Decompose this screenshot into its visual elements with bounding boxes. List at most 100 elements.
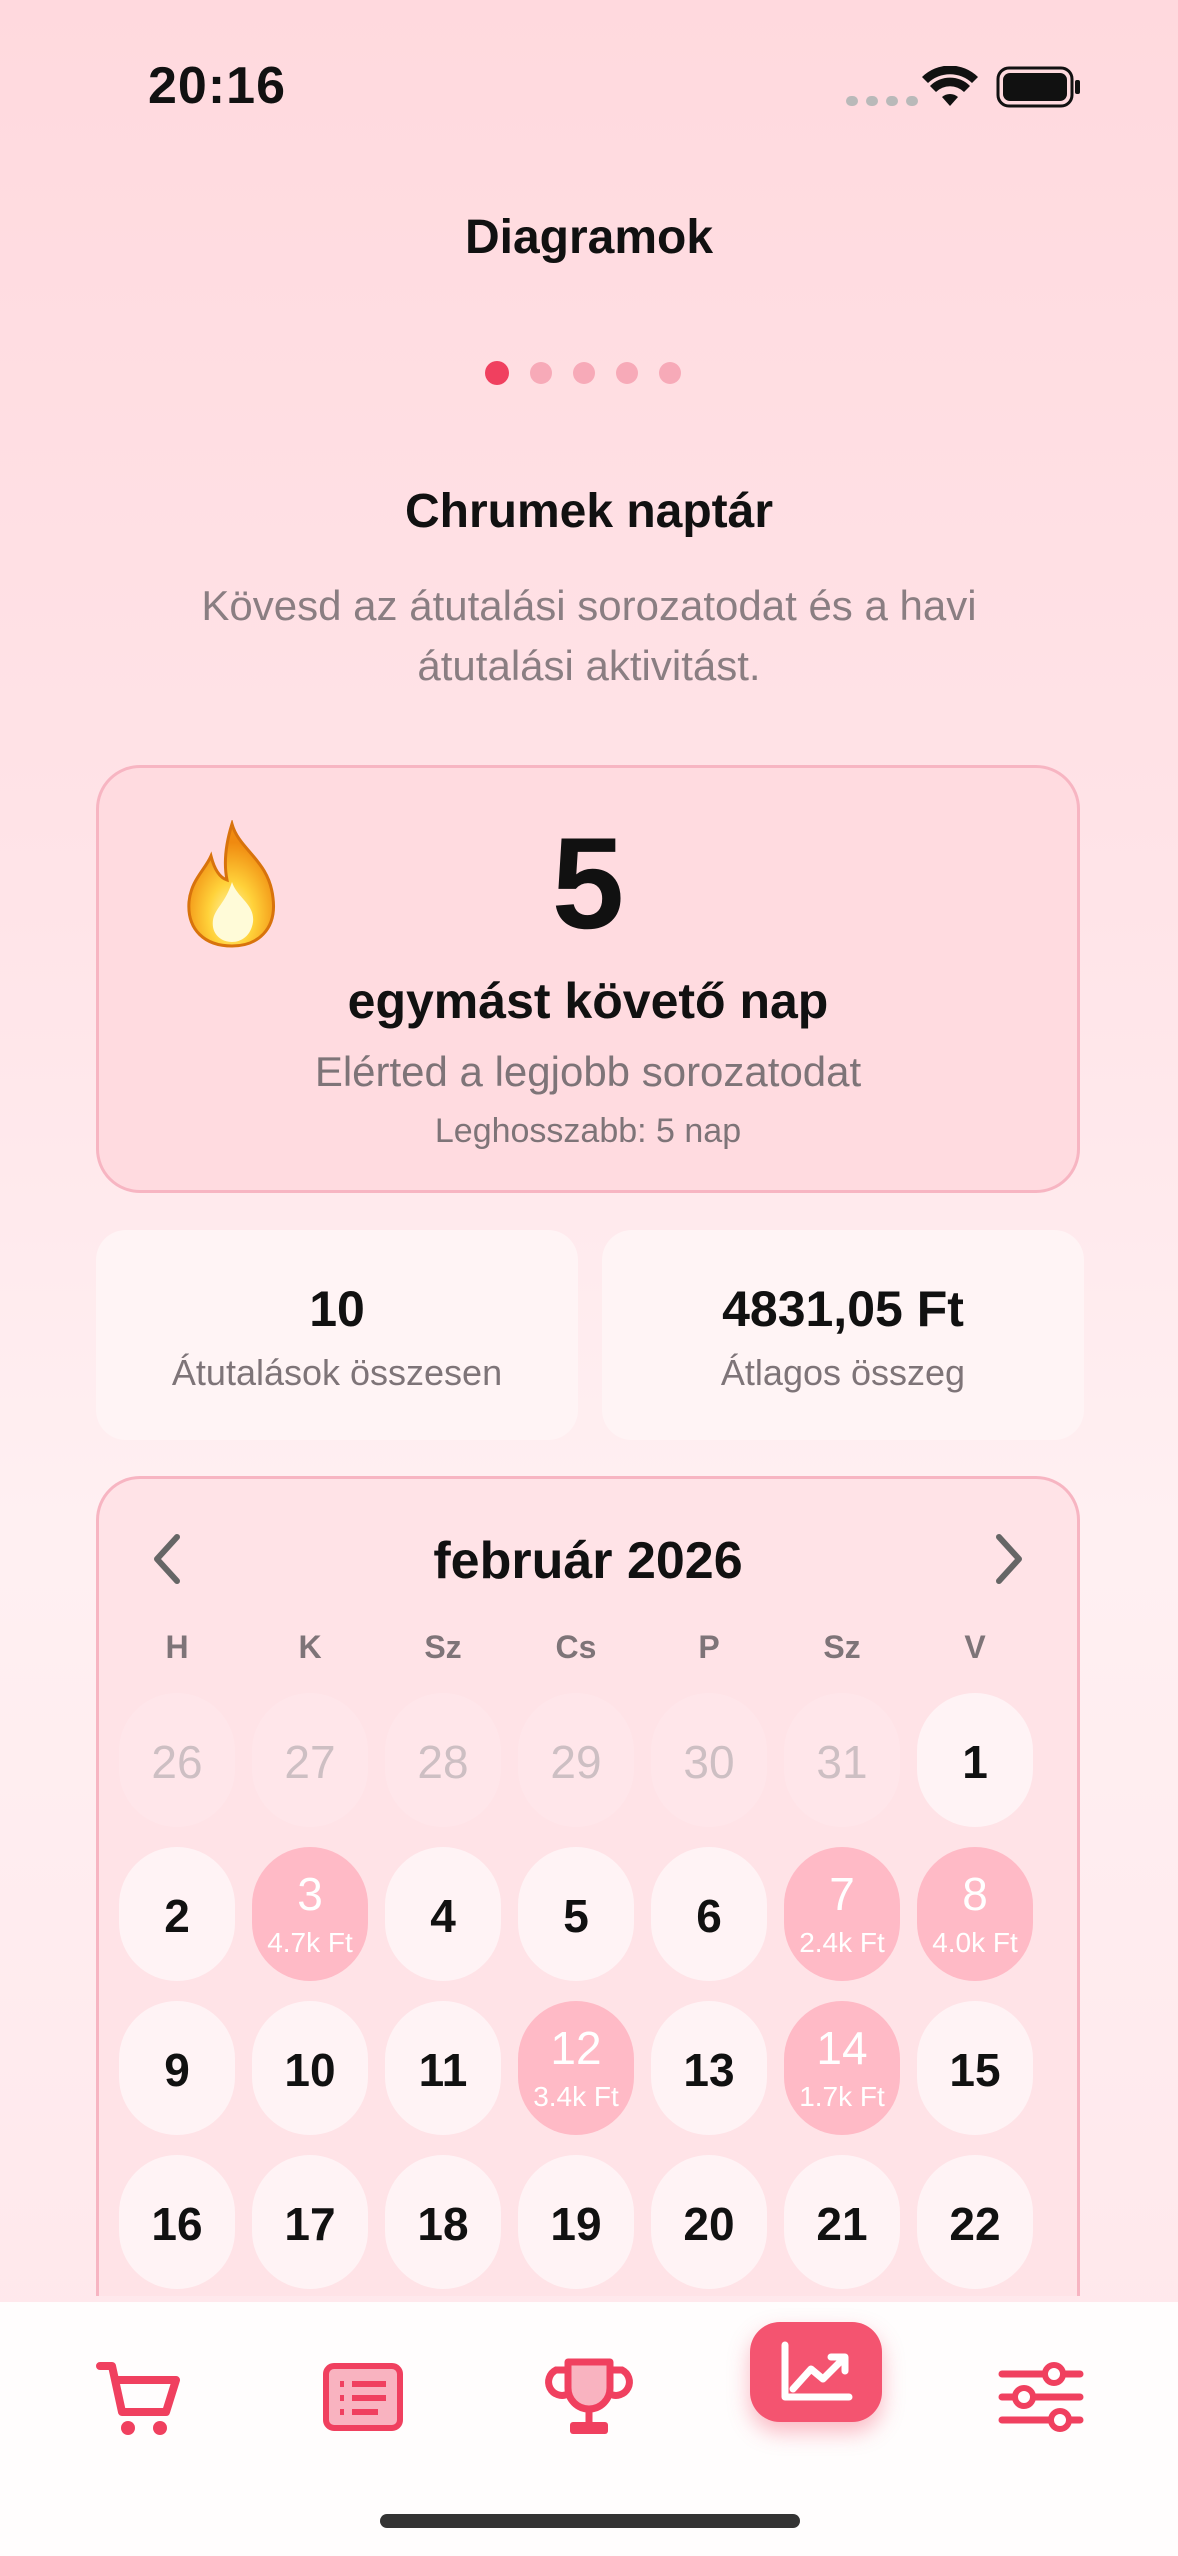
day-amount: 4.7k Ft [267,1927,353,1958]
day-number: 21 [816,2198,868,2250]
day-number: 8 [962,1868,988,1920]
streak-message: Elérted a legjobb sorozatodat [314,1048,862,1095]
day-number: 12 [550,2022,602,2074]
day-number: 5 [563,1890,589,1942]
home-indicator[interactable] [380,2514,800,2528]
section-subtitle: Kövesd az átutalási sorozatodat és a hav… [150,576,1028,696]
calendar-day[interactable]: 3 4.7k Ft [252,1847,368,1981]
calendar-day[interactable]: 17 [252,2155,368,2289]
weekday-label: P [698,1629,720,1665]
subtitle-line-2: átutalási aktivitást. [417,642,761,689]
calendar-day[interactable]: 5 [518,1847,634,1981]
calendar-day[interactable]: 21 [784,2155,900,2289]
page-dot-5[interactable] [659,362,681,384]
list-icon[interactable] [308,2342,418,2452]
day-number: 31 [816,1736,868,1788]
day-number: 27 [284,1736,336,1788]
page-dot-2[interactable] [530,362,552,384]
calendar-day[interactable]: 6 [651,1847,767,1981]
page-title: Diagramok [464,211,714,264]
calendar-card: február 2026 H K Sz Cs P Sz V 26 27 28 29 30 31 1 2 3 4.… [96,1476,1080,2296]
day-number: 10 [284,2044,336,2096]
page-dot-1[interactable] [485,361,509,385]
page-indicator[interactable] [485,361,681,385]
status-bar: 20:16 [0,0,1178,150]
average-amount-label: Átlagos összeg [720,1352,966,1393]
day-number: 11 [418,2044,468,2096]
day-number: 30 [683,1736,735,1788]
longest-streak: Leghosszabb: 5 nap [434,1112,742,1150]
calendar-day[interactable]: 26 [119,1693,235,1827]
weekday-label: Sz [823,1629,861,1665]
day-number: 3 [297,1868,323,1920]
day-number: 9 [164,2044,190,2096]
calendar-day[interactable]: 18 [385,2155,501,2289]
weekday-label: H [165,1629,189,1665]
calendar-day[interactable]: 12 3.4k Ft [518,2001,634,2135]
calendar-day[interactable]: 2 [119,1847,235,1981]
streak-count: 5 [551,810,625,956]
streak-card: 5 egymást követő nap Elérted a legjobb s… [96,765,1080,1193]
sliders-icon[interactable] [986,2342,1096,2452]
day-number: 7 [829,1868,855,1920]
calendar-day[interactable]: 19 [518,2155,634,2289]
weekday-label: Cs [555,1629,597,1665]
day-number: 15 [949,2044,1001,2096]
day-amount: 3.4k Ft [533,2081,619,2112]
day-number: 26 [151,1736,203,1788]
cellular-signal-icon [846,96,918,106]
weekday-label: Sz [424,1629,462,1665]
calendar-day[interactable]: 8 4.0k Ft [917,1847,1033,1981]
status-time: 20:16 [148,57,286,115]
calendar-day[interactable]: 7 2.4k Ft [784,1847,900,1981]
day-amount: 4.0k Ft [932,1927,1018,1958]
calendar-day[interactable]: 11 [385,2001,501,2135]
day-number: 18 [417,2198,469,2250]
calendar-day[interactable]: 27 [252,1693,368,1827]
calendar-day[interactable]: 20 [651,2155,767,2289]
average-amount-card: 4831,05 Ft Átlagos összeg [602,1230,1084,1440]
day-number: 22 [949,2198,1001,2250]
day-number: 14 [816,2022,868,2074]
day-number: 4 [430,1890,456,1942]
page-dot-4[interactable] [616,362,638,384]
total-transfers-value: 10 [309,1281,365,1337]
calendar-day[interactable]: 16 [119,2155,235,2289]
day-number: 13 [683,2044,735,2096]
calendar-day[interactable]: 30 [651,1693,767,1827]
day-number: 2 [164,1890,190,1942]
calendar-day[interactable]: 28 [385,1693,501,1827]
calendar-day[interactable]: 22 [917,2155,1033,2289]
calendar-day[interactable]: 9 [119,2001,235,2135]
day-number: 16 [151,2198,203,2250]
subtitle-line-1: Kövesd az átutalási sorozatodat és a hav… [201,582,977,629]
total-transfers-card: 10 Átutalások összesen [96,1230,578,1440]
day-number: 19 [550,2198,602,2250]
chevron-right-icon[interactable] [989,1529,1029,1589]
day-number: 17 [284,2198,336,2250]
battery-icon [996,66,1080,108]
calendar-day[interactable]: 31 [784,1693,900,1827]
calendar-day[interactable]: 4 [385,1847,501,1981]
day-amount: 2.4k Ft [799,1927,885,1958]
day-number: 29 [550,1736,602,1788]
day-number: 20 [683,2198,735,2250]
weekday-label: K [298,1629,322,1665]
wifi-icon [922,66,978,106]
day-amount: 1.7k Ft [799,2081,885,2112]
cart-icon[interactable] [82,2342,192,2452]
average-amount-value: 4831,05 Ft [722,1281,964,1337]
page-dot-3[interactable] [573,362,595,384]
day-number: 1 [962,1736,988,1788]
calendar-day[interactable]: 15 [917,2001,1033,2135]
calendar-day[interactable]: 29 [518,1693,634,1827]
calendar-day[interactable]: 10 [252,2001,368,2135]
calendar-day[interactable]: 1 [917,1693,1033,1827]
day-number: 28 [417,1736,469,1788]
calendar-day[interactable]: 13 [651,2001,767,2135]
calendar-month: február 2026 [433,1532,743,1590]
chart-icon[interactable] [761,2327,871,2417]
trophy-icon[interactable] [534,2342,644,2452]
weekday-label: V [964,1629,986,1665]
calendar-day[interactable]: 14 1.7k Ft [784,2001,900,2135]
